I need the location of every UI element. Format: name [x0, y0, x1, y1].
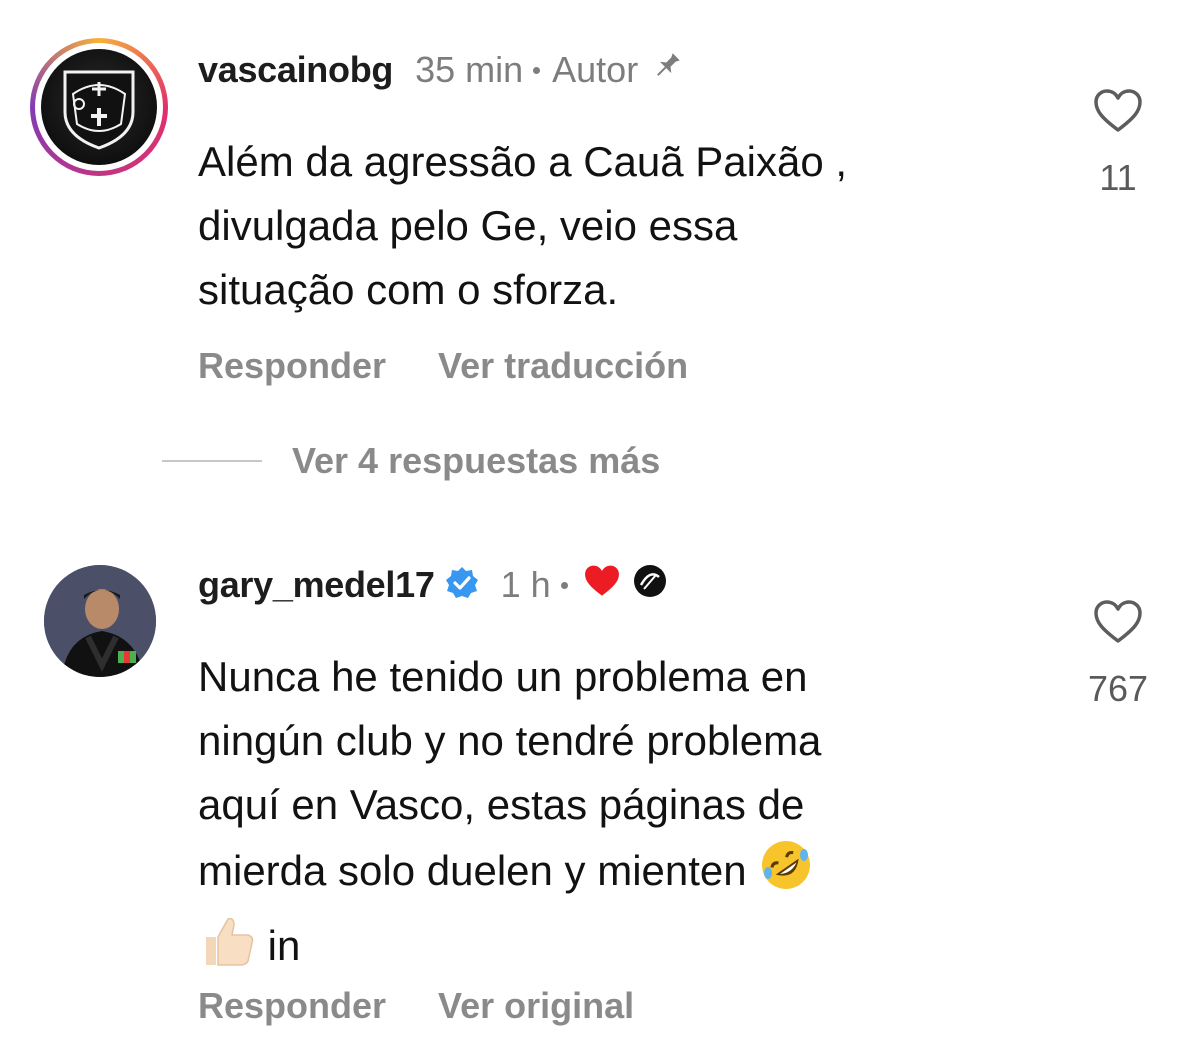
- vasco-crest-icon: [63, 70, 135, 150]
- avatar-story-ring[interactable]: [30, 38, 168, 176]
- comment-meta: 35 min Autor: [415, 49, 684, 92]
- vasco-crest-avatar: [41, 49, 157, 165]
- comments-thread: vascainobg 35 min Autor Além da agressão…: [0, 0, 1200, 1037]
- red-heart-icon: [582, 563, 622, 608]
- translate-button[interactable]: Ver traducción: [438, 345, 688, 387]
- thread-line: [162, 460, 262, 462]
- comment-line: in: [267, 922, 301, 970]
- like-count: 11: [1099, 157, 1137, 198]
- comment-line: mierda solo duelen y mienten: [198, 847, 747, 895]
- separator-dot: [533, 66, 541, 74]
- view-more-replies[interactable]: Ver 4 respuestas más: [162, 440, 660, 482]
- username[interactable]: gary_medel17: [198, 564, 435, 606]
- author-tag: Autor: [552, 49, 639, 90]
- comment-actions: Responder Ver original: [198, 985, 634, 1027]
- heart-outline-icon[interactable]: [1092, 88, 1144, 134]
- verified-badge-icon: [445, 566, 479, 605]
- comment-line: divulgada pelo Ge, veio essa: [198, 202, 738, 249]
- comment-text: Além da agressão a Cauã Paixão , divulga…: [198, 130, 1038, 322]
- comment-line-with-emoji: mierda solo duelen y mienten: [198, 837, 1038, 911]
- comment-header: gary_medel17 1 h: [198, 559, 668, 611]
- club-badge-icon: [632, 563, 668, 608]
- reply-button[interactable]: Responder: [198, 985, 386, 1027]
- comment-line: Nunca he tenido un problema en: [198, 653, 808, 700]
- comment-line: situação com o sforza.: [198, 266, 619, 313]
- like-count: 767: [1087, 668, 1149, 709]
- like-control: 767: [1078, 599, 1158, 710]
- like-control: 11: [1078, 88, 1158, 199]
- comment-actions: Responder Ver traducción: [198, 345, 688, 387]
- pin-icon: [650, 49, 684, 92]
- rolling-laughing-emoji: [758, 837, 814, 911]
- comment-line: ningún club y no tendré problema: [198, 717, 822, 764]
- player-photo-avatar[interactable]: [44, 565, 156, 677]
- separator-dot: [560, 581, 568, 589]
- comment-line: aquí en Vasco, estas páginas de: [198, 781, 805, 828]
- timestamp: 35 min: [415, 49, 524, 90]
- heart-outline-icon[interactable]: [1092, 599, 1144, 645]
- comment-line: Além da agressão a Cauã Paixão ,: [198, 138, 848, 185]
- timestamp: 1 h: [500, 564, 551, 605]
- comment-text: Nunca he tenido un problema en ningún cl…: [198, 645, 1038, 987]
- thumbs-up-emoji: [198, 911, 256, 987]
- comment-line-with-emoji: in: [198, 911, 1038, 987]
- view-more-replies-label[interactable]: Ver 4 respuestas más: [292, 440, 660, 482]
- player-photo-icon: [44, 565, 156, 677]
- see-original-button[interactable]: Ver original: [438, 985, 634, 1027]
- username[interactable]: vascainobg: [198, 49, 393, 91]
- comment-meta: 1 h: [501, 563, 668, 608]
- comment-header: vascainobg 35 min Autor: [198, 44, 684, 96]
- reply-button[interactable]: Responder: [198, 345, 386, 387]
